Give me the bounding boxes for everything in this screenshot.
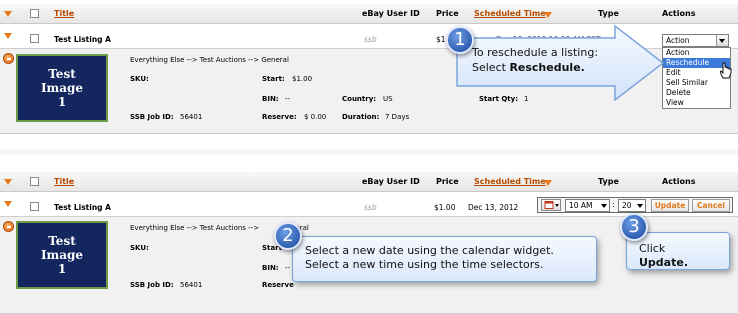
menu-item-view[interactable]: View: [663, 98, 730, 108]
sku-label: SKU:: [130, 244, 149, 252]
column-scheduled-time[interactable]: Scheduled Time: [474, 177, 546, 186]
step-3-badge: 3: [620, 213, 648, 241]
expand-arrow-icon[interactable]: [4, 33, 12, 39]
reserve-value: $ 0.00: [304, 113, 327, 121]
category-path: Everything Else --> Test Auctions --> Ge…: [130, 56, 289, 64]
listing-title[interactable]: Test Listing A: [54, 203, 111, 212]
job-id-value: 56401: [180, 113, 203, 121]
hour-select[interactable]: 10 AM: [565, 199, 610, 212]
column-user-id: eBay User ID: [362, 9, 420, 18]
status-icon: [3, 221, 14, 232]
column-scheduled-time[interactable]: Scheduled Time: [474, 9, 546, 18]
section-divider: [0, 149, 738, 155]
bin-value: --: [285, 264, 291, 272]
step-2-badge: 2: [274, 222, 302, 250]
callout-2: Select a new date using the calendar wid…: [292, 236, 597, 282]
table-header: Title eBay User ID Price Scheduled Time …: [0, 172, 738, 192]
listing-user-id: ssb: [364, 203, 377, 212]
row-checkbox[interactable]: [30, 202, 39, 211]
job-id-label: SSB Job ID:: [130, 113, 174, 121]
calendar-icon: [544, 201, 559, 209]
listing-thumbnail[interactable]: Test Image 1: [16, 221, 108, 289]
expand-arrow-icon[interactable]: [4, 201, 12, 207]
column-type: Type: [598, 9, 619, 18]
minute-select[interactable]: 20: [618, 199, 646, 212]
sort-desc-icon: [544, 12, 552, 18]
category-path: Everything Else --> Test Auctions -->: [130, 224, 260, 232]
listing-user-id: ssb: [364, 35, 377, 44]
sku-label: SKU:: [130, 75, 149, 83]
column-price: Price: [436, 177, 459, 186]
bin-label: BIN:: [262, 95, 279, 103]
chevron-down-icon: [637, 204, 643, 208]
duration-label: Duration:: [342, 113, 380, 121]
row-checkbox[interactable]: [30, 34, 39, 43]
update-button[interactable]: Update: [651, 199, 689, 212]
job-id-label: SSB Job ID:: [130, 281, 174, 289]
column-title[interactable]: Title: [54, 177, 74, 186]
column-actions: Actions: [662, 9, 696, 18]
bin-value: --: [285, 95, 291, 103]
bin-label: BIN:: [262, 264, 279, 272]
reserve-label: Reserve:: [262, 113, 297, 121]
callout-1-text: To reschedule a listing: Select Reschedu…: [472, 46, 599, 74]
cancel-button[interactable]: Cancel: [692, 199, 730, 212]
sort-desc-icon: [544, 180, 552, 186]
listing-title[interactable]: Test Listing A: [54, 35, 111, 44]
menu-item-delete[interactable]: Delete: [663, 88, 730, 98]
country-value: US: [383, 95, 393, 103]
menu-item-action[interactable]: Action: [663, 48, 730, 58]
chevron-down-icon: [719, 39, 725, 43]
column-user-id: eBay User ID: [362, 177, 420, 186]
start-value: $1.00: [292, 75, 313, 83]
duration-value: 7 Days: [385, 113, 410, 121]
step-1-badge: 1: [446, 26, 474, 54]
listing-price: $1.00: [434, 203, 456, 212]
column-price: Price: [436, 9, 459, 18]
sort-arrow-icon[interactable]: [4, 11, 12, 17]
calendar-widget-button[interactable]: [541, 199, 561, 211]
dropdown-button[interactable]: [716, 35, 728, 46]
table-header: Title eBay User ID Price Scheduled Time …: [0, 4, 738, 24]
column-actions: Actions: [662, 177, 696, 186]
listing-thumbnail[interactable]: Test Image 1: [16, 54, 108, 122]
action-select[interactable]: Action: [662, 34, 729, 47]
sort-arrow-icon[interactable]: [4, 179, 12, 185]
status-icon: [3, 53, 14, 64]
country-label: Country:: [342, 95, 377, 103]
job-id-value: 56401: [180, 281, 203, 289]
column-type: Type: [598, 177, 619, 186]
listing-date: Dec 13, 2012: [468, 203, 519, 212]
start-label: Start:: [262, 75, 285, 83]
reserve-label: Reserve: [262, 281, 294, 289]
mouse-cursor-icon: [720, 62, 732, 79]
chevron-down-icon: [601, 204, 607, 208]
select-all-checkbox[interactable]: [30, 9, 39, 18]
select-all-checkbox[interactable]: [30, 177, 39, 186]
column-title[interactable]: Title: [54, 9, 74, 18]
time-separator: :: [612, 200, 615, 209]
